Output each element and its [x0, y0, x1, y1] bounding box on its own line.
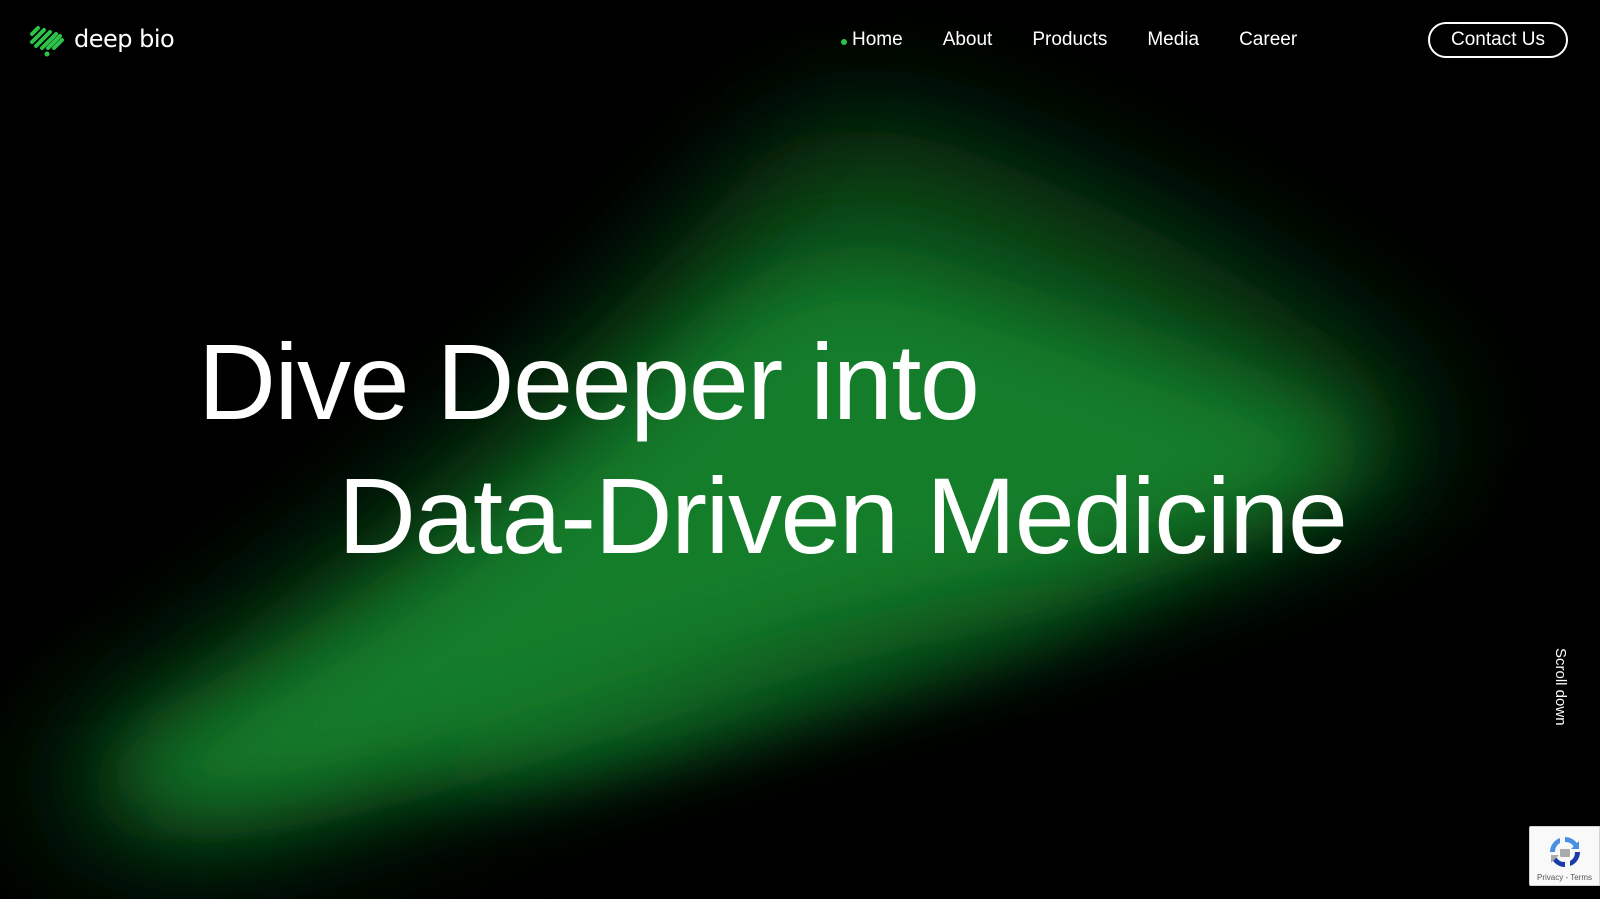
recaptcha-separator: - [1565, 873, 1569, 882]
recaptcha-links: Privacy - Terms [1530, 873, 1599, 882]
recaptcha-icon [1550, 837, 1580, 867]
hero-headline: Dive Deeper into Data-Driven Medicine [0, 0, 1600, 899]
headline-line-2: Data-Driven Medicine [338, 455, 1348, 576]
headline-line-1: Dive Deeper into [198, 321, 980, 442]
scroll-down-hint[interactable]: Scroll down [1552, 648, 1569, 726]
recaptcha-badge[interactable]: Privacy - Terms [1529, 826, 1600, 886]
recaptcha-terms-link[interactable]: Terms [1570, 873, 1592, 882]
recaptcha-privacy-link[interactable]: Privacy [1537, 873, 1563, 882]
